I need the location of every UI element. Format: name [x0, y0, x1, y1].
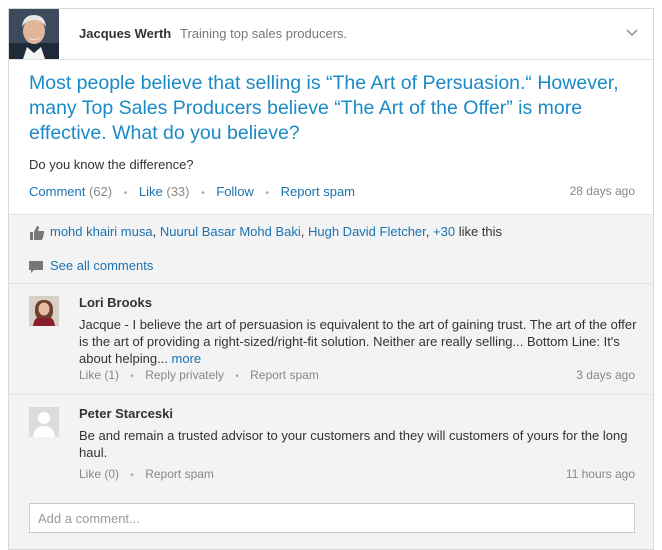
reply-privately-link[interactable]: Reply privately [145, 368, 224, 382]
post-header: Jacques Werth Training top sales produce… [9, 9, 653, 60]
separator-dot: • [265, 188, 269, 199]
commenter-avatar-placeholder[interactable] [29, 407, 59, 437]
likes-bar: mohd khairi musa, Nuurul Basar Mohd Baki… [9, 214, 653, 250]
add-comment-input[interactable] [29, 503, 635, 533]
see-all-comments-link[interactable]: See all comments [50, 258, 153, 273]
commenter-name[interactable]: Peter Starceski [79, 406, 173, 421]
see-all-comments-row[interactable]: See all comments [9, 249, 653, 284]
report-spam-link[interactable]: Report spam [281, 184, 355, 199]
likes-more-link[interactable]: +30 [433, 224, 455, 239]
comment-body: Be and remain a trusted advisor to your … [79, 427, 639, 461]
comment-actions: Like (0) • Report spam [79, 467, 214, 481]
comment-report-spam-link[interactable]: Report spam [250, 368, 319, 382]
post-title[interactable]: Most people believe that selling is “The… [29, 71, 639, 146]
comment-like-link[interactable]: Like (0) [79, 467, 119, 481]
comment-time: 3 days ago [576, 368, 635, 382]
commenter-avatar[interactable] [29, 296, 59, 326]
author-name[interactable]: Jacques Werth [79, 26, 171, 41]
comment-time: 11 hours ago [565, 467, 635, 481]
separator-dot: • [123, 188, 128, 199]
like-count: (33) [166, 184, 190, 199]
chevron-down-icon[interactable] [623, 23, 641, 41]
separator-dot: • [201, 188, 205, 199]
post-card: Jacques Werth Training top sales produce… [8, 8, 654, 550]
comment-report-spam-link[interactable]: Report spam [145, 467, 214, 481]
likes-suffix: like this [458, 224, 503, 239]
comment-text: Jacque - I believe the art of persuasion… [79, 317, 637, 366]
more-link[interactable]: more [172, 351, 202, 366]
comment-link[interactable]: Comment [29, 184, 85, 199]
comment-item: Peter Starceski Be and remain a trusted … [9, 395, 653, 496]
add-comment-area [9, 495, 653, 549]
commenter-name[interactable]: Lori Brooks [79, 295, 152, 310]
speech-bubble-icon [29, 260, 43, 273]
separator-dot: • [130, 470, 134, 481]
comment-like-link[interactable]: Like (1) [79, 368, 119, 382]
liker-name[interactable]: Nuurul Basar Mohd Baki [160, 224, 301, 239]
follow-link[interactable]: Follow [216, 184, 254, 199]
post-time: 28 days ago [569, 184, 635, 198]
post-question: Do you know the difference? [29, 157, 194, 172]
like-link[interactable]: Like [139, 184, 163, 199]
comment-item: Lori Brooks Jacque - I believe the art o… [9, 284, 653, 395]
post-actions: Comment (62) • Like (33) • Follow • Repo… [29, 184, 355, 199]
author-headline: Training top sales producers. [180, 26, 348, 41]
likes-text: mohd khairi musa, Nuurul Basar Mohd Baki… [50, 224, 503, 239]
thumbs-up-icon [29, 225, 45, 241]
separator-dot: • [130, 371, 134, 382]
liker-name[interactable]: mohd khairi musa [50, 224, 153, 239]
liker-name[interactable]: Hugh David Fletcher [308, 224, 426, 239]
comment-body: Jacque - I believe the art of persuasion… [79, 316, 639, 367]
comment-count: (62) [88, 184, 113, 199]
comment-actions: Like (1) • Reply privately • Report spam [79, 368, 319, 382]
comment-text: Be and remain a trusted advisor to your … [79, 428, 628, 460]
separator-dot: • [235, 371, 239, 382]
author-avatar[interactable] [9, 9, 59, 59]
